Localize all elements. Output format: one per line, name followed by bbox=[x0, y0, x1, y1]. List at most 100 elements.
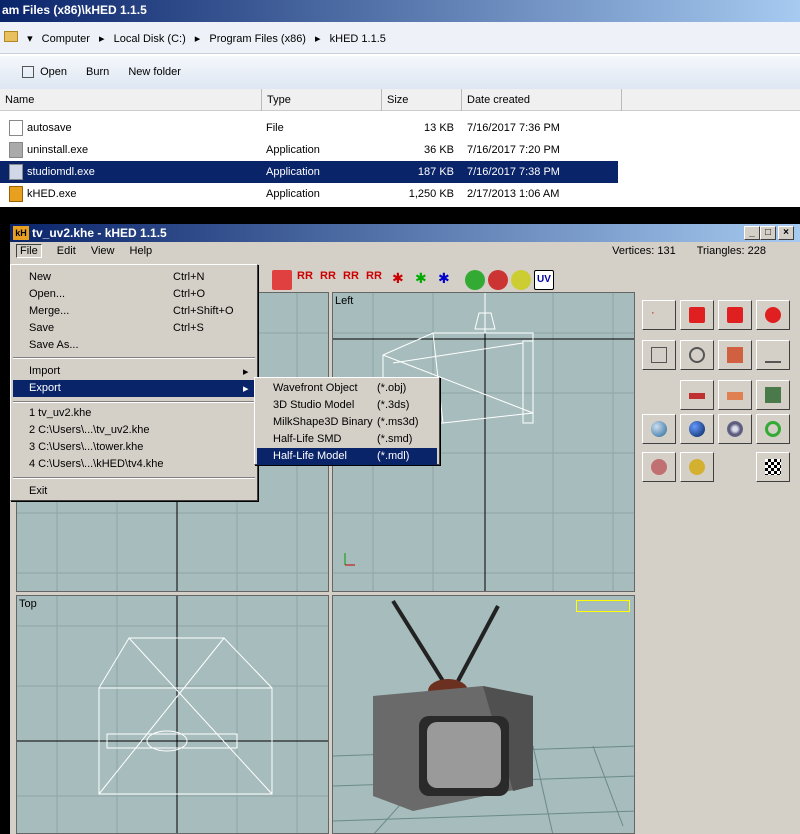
file-type: Application bbox=[266, 144, 320, 156]
submenu-arrow-icon: ▸ bbox=[243, 383, 249, 395]
align-x-icon[interactable]: ✱ bbox=[392, 270, 412, 290]
select-group-icon[interactable] bbox=[718, 300, 752, 330]
file-row-autosave[interactable]: autosave File 13 KB 7/16/2017 7:36 PM bbox=[0, 117, 618, 139]
recent-file-4[interactable]: 4 C:\Users\...\kHED\tv4.khe bbox=[13, 456, 255, 473]
tv-model-render bbox=[333, 599, 634, 833]
uv-button[interactable]: UV bbox=[534, 270, 554, 290]
checker-icon[interactable] bbox=[756, 452, 790, 482]
file-icon bbox=[9, 120, 23, 136]
bone-icon[interactable] bbox=[756, 340, 790, 370]
export-obj[interactable]: Wavefront Object (*.obj) bbox=[257, 380, 437, 397]
khed-icon bbox=[9, 186, 23, 202]
ring-icon[interactable] bbox=[756, 414, 790, 444]
align-y-icon[interactable]: ✱ bbox=[415, 270, 435, 290]
menu-label: Save bbox=[29, 322, 55, 334]
burn-button[interactable]: Burn bbox=[86, 66, 109, 78]
shortcut: Ctrl+O bbox=[173, 288, 206, 300]
select-arrow-icon[interactable] bbox=[680, 300, 714, 330]
scale-icon[interactable] bbox=[718, 340, 752, 370]
address-bar[interactable]: ▾ Computer ▸ Local Disk (C:) ▸ Program F… bbox=[0, 22, 800, 54]
menu-item-import[interactable]: Import ▸ bbox=[13, 363, 255, 380]
open-button[interactable]: Open bbox=[40, 66, 67, 78]
breadcrumb-program-files[interactable]: Program Files (x86) bbox=[209, 33, 306, 45]
group-icon[interactable] bbox=[465, 270, 485, 290]
shortcut: Ctrl+Shift+O bbox=[173, 305, 234, 317]
export-label: Half-Life Model bbox=[273, 450, 347, 462]
menu-label: New bbox=[29, 271, 52, 283]
menu-separator bbox=[13, 477, 255, 479]
file-date: 2/17/2013 1:06 AM bbox=[467, 188, 560, 200]
menu-label: Merge... bbox=[29, 305, 70, 317]
select-object-icon[interactable] bbox=[756, 300, 790, 330]
file-row-khed[interactable]: kHED.exe Application 1,250 KB 2/17/2013 … bbox=[0, 183, 618, 205]
minimize-icon[interactable]: _ bbox=[744, 226, 760, 240]
tool-icon[interactable] bbox=[272, 270, 292, 290]
menu-help[interactable]: Help bbox=[130, 245, 153, 257]
export-ext: (*.obj) bbox=[377, 382, 407, 394]
export-mdl[interactable]: Half-Life Model (*.mdl) bbox=[257, 448, 437, 465]
column-name[interactable]: Name bbox=[0, 89, 262, 111]
recent-file-1[interactable]: 1 tv_uv2.khe bbox=[13, 405, 255, 422]
viewport-top[interactable]: Top bbox=[16, 595, 329, 834]
recent-file-3[interactable]: 3 C:\Users\...\tower.khe bbox=[13, 439, 255, 456]
viewport-label-left: Left bbox=[335, 295, 354, 307]
export-3ds[interactable]: 3D Studio Model (*.3ds) bbox=[257, 397, 437, 414]
plane-orange-icon[interactable] bbox=[718, 380, 752, 410]
mirror-x-icon[interactable]: RR bbox=[297, 270, 317, 290]
file-type: Application bbox=[266, 188, 320, 200]
mirror-y-icon[interactable]: RR bbox=[320, 270, 340, 290]
geosphere-icon[interactable] bbox=[680, 414, 714, 444]
menu-item-exit[interactable]: Exit bbox=[13, 483, 255, 500]
sphere-icon[interactable] bbox=[642, 414, 676, 444]
menu-item-save[interactable]: Save Ctrl+S bbox=[13, 320, 255, 337]
column-size[interactable]: Size bbox=[382, 89, 462, 111]
submenu-arrow-icon: ▸ bbox=[243, 366, 249, 378]
tools-panel: · bbox=[636, 292, 800, 834]
export-smd[interactable]: Half-Life SMD (*.smd) bbox=[257, 431, 437, 448]
menu-item-open[interactable]: Open... Ctrl+O bbox=[13, 286, 255, 303]
file-row-studiomdl[interactable]: studiomdl.exe Application 187 KB 7/16/20… bbox=[0, 161, 618, 183]
recent-file-2[interactable]: 2 C:\Users\...\tv_uv2.khe bbox=[13, 422, 255, 439]
file-type: Application bbox=[266, 166, 320, 178]
file-row-uninstall[interactable]: uninstall.exe Application 36 KB 7/16/201… bbox=[0, 139, 618, 161]
column-type[interactable]: Type bbox=[262, 89, 382, 111]
joint-icon[interactable] bbox=[642, 452, 676, 482]
close-icon[interactable]: × bbox=[778, 226, 794, 240]
new-folder-button[interactable]: New folder bbox=[128, 66, 181, 78]
viewport-3d[interactable] bbox=[332, 595, 635, 834]
menu-item-merge[interactable]: Merge... Ctrl+Shift+O bbox=[13, 303, 255, 320]
breadcrumb-local-disk[interactable]: Local Disk (C:) bbox=[114, 33, 186, 45]
menu-item-export[interactable]: Export ▸ bbox=[13, 380, 255, 397]
rotate-icon[interactable] bbox=[680, 340, 714, 370]
ungroup-icon[interactable] bbox=[488, 270, 508, 290]
shortcut: Ctrl+S bbox=[173, 322, 204, 334]
breadcrumb-computer[interactable]: Computer bbox=[42, 33, 90, 45]
menu-label: Open... bbox=[29, 288, 66, 300]
flip-icon[interactable]: RR bbox=[366, 270, 386, 290]
chevron-right-icon: ▸ bbox=[99, 33, 105, 45]
align-z-icon[interactable]: ✱ bbox=[438, 270, 458, 290]
cube-icon[interactable] bbox=[756, 380, 790, 410]
maximize-icon[interactable]: □ bbox=[760, 226, 776, 240]
select-vertex-icon[interactable]: · bbox=[642, 300, 676, 330]
file-date: 7/16/2017 7:38 PM bbox=[467, 166, 560, 178]
plane-red-icon[interactable] bbox=[680, 380, 714, 410]
menu-file[interactable]: File bbox=[16, 244, 42, 258]
file-menu: New Ctrl+N Open... Ctrl+O Merge... Ctrl+Shi… bbox=[10, 264, 258, 501]
torus-icon[interactable] bbox=[718, 414, 752, 444]
menu-edit[interactable]: Edit bbox=[57, 245, 76, 257]
assign-icon[interactable] bbox=[511, 270, 531, 290]
mirror-z-icon[interactable]: RR bbox=[343, 270, 363, 290]
menu-item-new[interactable]: New Ctrl+N bbox=[13, 269, 255, 286]
view-mode-icons[interactable] bbox=[576, 600, 630, 612]
weld-icon[interactable] bbox=[680, 452, 714, 482]
export-ms3d[interactable]: MilkShape3D Binary (*.ms3d) bbox=[257, 414, 437, 431]
menu-view[interactable]: View bbox=[91, 245, 115, 257]
move-icon[interactable] bbox=[642, 340, 676, 370]
breadcrumb-khed[interactable]: kHED 1.1.5 bbox=[330, 33, 386, 45]
export-label: MilkShape3D Binary bbox=[273, 416, 373, 428]
menu-item-save-as[interactable]: Save As... bbox=[13, 337, 255, 354]
column-date[interactable]: Date created bbox=[462, 89, 622, 111]
khed-title: tv_uv2.khe - kHED 1.1.5 bbox=[32, 226, 167, 240]
chevron-right-icon: ▸ bbox=[315, 33, 321, 45]
